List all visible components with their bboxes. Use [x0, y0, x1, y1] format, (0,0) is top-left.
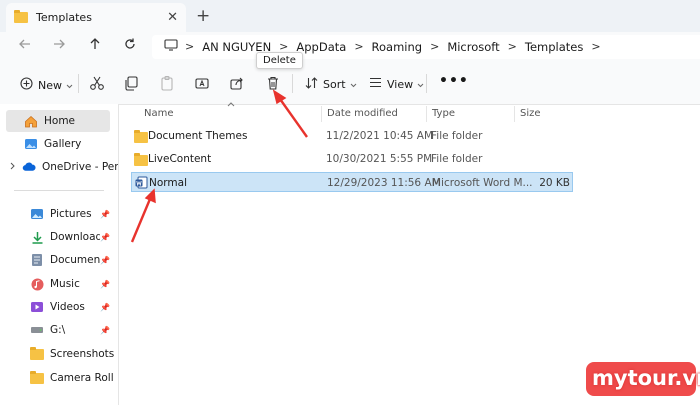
arrow-to-delete — [272, 89, 308, 138]
watermark-text: mytour.vn — [592, 366, 700, 390]
arrow-to-normal — [130, 188, 156, 243]
annotation-arrows — [130, 89, 308, 243]
